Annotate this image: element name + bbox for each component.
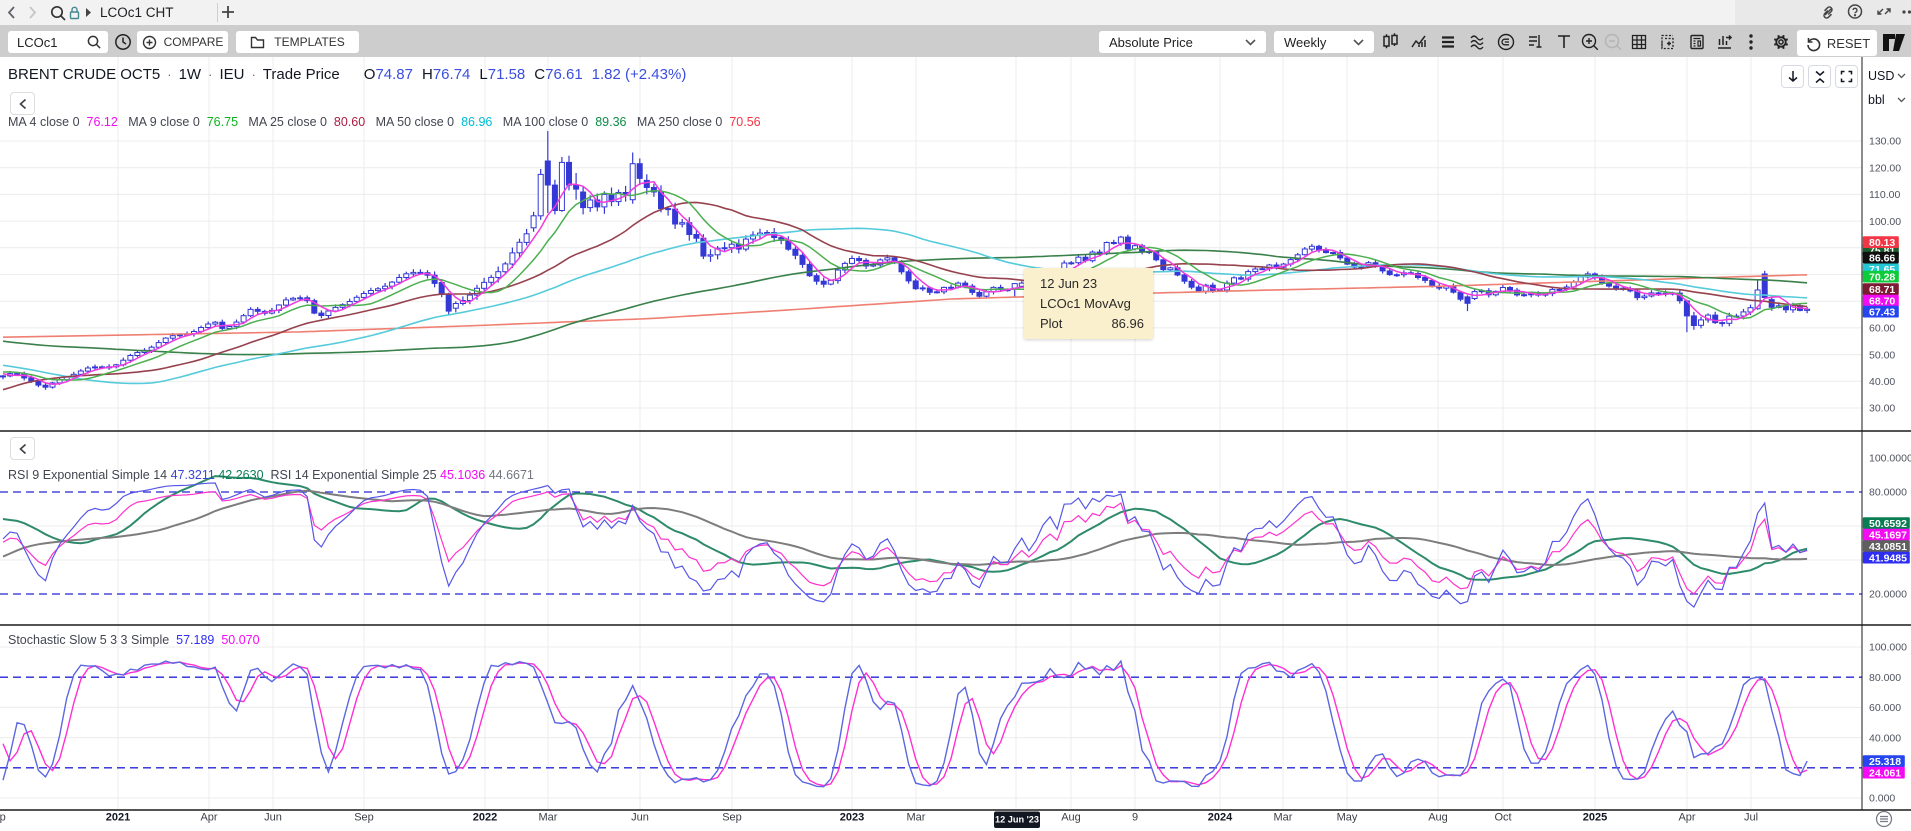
svg-text:12 Jun '23: 12 Jun '23 <box>995 815 1039 825</box>
svg-text:24.061: 24.061 <box>1869 767 1901 779</box>
svg-text:40.000: 40.000 <box>1869 732 1901 744</box>
svg-text:Aug: Aug <box>1428 812 1448 824</box>
svg-text:80.000: 80.000 <box>1869 672 1901 684</box>
svg-text:41.9485: 41.9485 <box>1869 552 1907 564</box>
svg-text:30.00: 30.00 <box>1869 403 1895 415</box>
svg-text:130.00: 130.00 <box>1869 136 1901 148</box>
svg-text:110.00: 110.00 <box>1869 189 1900 201</box>
svg-text:2023: 2023 <box>840 812 864 824</box>
svg-text:Mar: Mar <box>907 812 926 824</box>
svg-text:45.1697: 45.1697 <box>1869 529 1907 541</box>
svg-text:100.0000: 100.0000 <box>1869 453 1911 465</box>
svg-text:100.000: 100.000 <box>1869 642 1907 654</box>
svg-text:60.00: 60.00 <box>1869 323 1895 335</box>
svg-text:Jun: Jun <box>631 812 649 824</box>
svg-text:Sep: Sep <box>722 812 742 824</box>
svg-text:Sep: Sep <box>0 812 6 824</box>
svg-text:Jul: Jul <box>1744 812 1758 824</box>
svg-text:2024: 2024 <box>1208 812 1233 824</box>
svg-text:9: 9 <box>1132 812 1138 824</box>
svg-text:120.00: 120.00 <box>1869 162 1901 174</box>
svg-text:Jun: Jun <box>264 812 282 824</box>
svg-text:Mar: Mar <box>539 812 558 824</box>
svg-text:Mar: Mar <box>1274 812 1293 824</box>
svg-text:50.6592: 50.6592 <box>1869 518 1907 530</box>
svg-text:70.28: 70.28 <box>1869 271 1895 283</box>
svg-text:86.66: 86.66 <box>1869 252 1895 264</box>
svg-text:20.0000: 20.0000 <box>1869 589 1907 601</box>
svg-text:Oct: Oct <box>1494 812 1511 824</box>
svg-text:2025: 2025 <box>1583 812 1607 824</box>
svg-text:60.000: 60.000 <box>1869 702 1901 714</box>
svg-text:Sep: Sep <box>354 812 374 824</box>
svg-text:100.00: 100.00 <box>1869 216 1901 228</box>
svg-text:80.0000: 80.0000 <box>1869 487 1907 499</box>
svg-text:67.43: 67.43 <box>1869 306 1895 318</box>
svg-text:40.00: 40.00 <box>1869 376 1895 388</box>
svg-text:May: May <box>1337 812 1358 824</box>
svg-text:0.000: 0.000 <box>1869 793 1895 805</box>
svg-text:50.00: 50.00 <box>1869 349 1895 361</box>
svg-text:LCOc1 CHT: LCOc1 CHT <box>100 5 174 20</box>
svg-text:Aug: Aug <box>1061 812 1081 824</box>
svg-text:2021: 2021 <box>106 812 130 824</box>
svg-text:25.318: 25.318 <box>1869 756 1901 768</box>
svg-text:43.0851: 43.0851 <box>1869 541 1907 553</box>
svg-text:2022: 2022 <box>473 812 497 824</box>
svg-text:68.71: 68.71 <box>1869 284 1895 296</box>
svg-text:80.13: 80.13 <box>1869 237 1895 249</box>
svg-text:Apr: Apr <box>1678 812 1695 824</box>
svg-text:Apr: Apr <box>200 812 217 824</box>
